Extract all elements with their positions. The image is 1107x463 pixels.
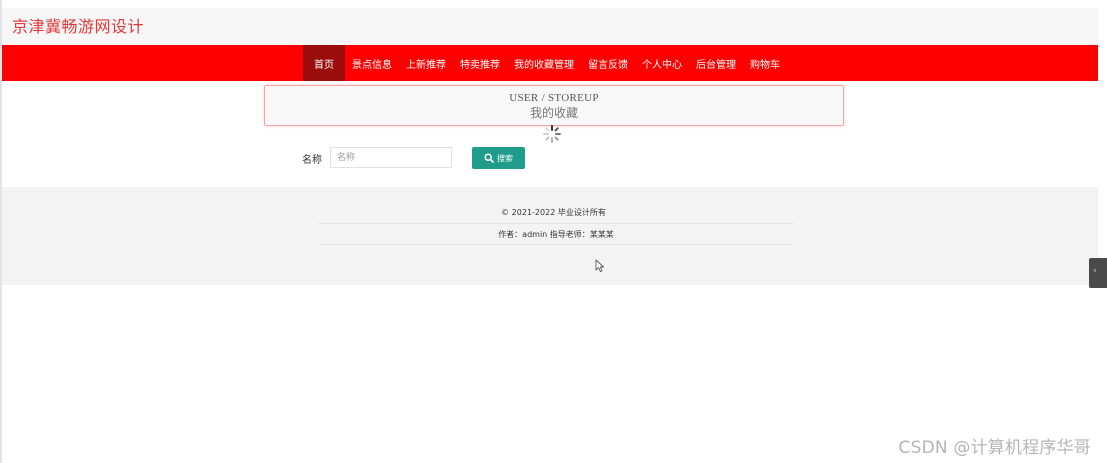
page: 京津冀畅游网设计 首页 景点信息 上新推荐 特卖推荐 我的收藏管理 留言反馈 个… — [0, 0, 1107, 463]
nav-item-personal-center[interactable]: 个人中心 — [635, 45, 689, 81]
nav-item-attractions[interactable]: 景点信息 — [345, 45, 399, 81]
search-icon — [484, 153, 494, 163]
nav-item-cart[interactable]: 购物车 — [743, 45, 787, 81]
nav-item-new-recommendations[interactable]: 上新推荐 — [399, 45, 453, 81]
nav-item-home[interactable]: 首页 — [303, 45, 345, 81]
site-title[interactable]: 京津冀畅游网设计 — [12, 13, 144, 37]
nav-item-my-favorites[interactable]: 我的收藏管理 — [507, 45, 581, 81]
footer-divider — [318, 223, 794, 224]
breadcrumb-english: USER / STOREUP — [509, 92, 599, 104]
nav-list: 首页 景点信息 上新推荐 特卖推荐 我的收藏管理 留言反馈 个人中心 后台管理 … — [303, 45, 787, 81]
footer-copyright: © 2021-2022 毕业设计所有 — [501, 208, 606, 217]
nav-item-admin[interactable]: 后台管理 — [689, 45, 743, 81]
watermark: CSDN @计算机程序华哥 — [898, 438, 1091, 458]
footer-divider-bottom — [318, 244, 794, 245]
header-bar: 京津冀畅游网设计 — [2, 8, 1098, 45]
search-button-label: 搜索 — [497, 153, 513, 163]
search-label: 名称 — [302, 155, 322, 166]
mouse-cursor-icon — [595, 259, 605, 273]
footer: © 2021-2022 毕业设计所有 作者：admin 指导老师：某某某 — [2, 187, 1098, 285]
footer-author: 作者：admin 指导老师：某某某 — [498, 230, 614, 239]
chevron-left-icon: ‹ — [1093, 266, 1097, 276]
search-button[interactable]: 搜索 — [472, 147, 525, 169]
side-toolbar-tab[interactable]: ‹ — [1089, 258, 1107, 288]
main-nav: 首页 景点信息 上新推荐 特卖推荐 我的收藏管理 留言反馈 个人中心 后台管理 … — [2, 45, 1098, 81]
nav-item-special-offers[interactable]: 特卖推荐 — [453, 45, 507, 81]
breadcrumb-chinese: 我的收藏 — [529, 106, 578, 120]
breadcrumb: USER / STOREUP 我的收藏 — [264, 85, 844, 126]
search-input[interactable] — [330, 147, 452, 168]
nav-item-feedback[interactable]: 留言反馈 — [581, 45, 635, 81]
loading-spinner-icon — [543, 125, 561, 143]
